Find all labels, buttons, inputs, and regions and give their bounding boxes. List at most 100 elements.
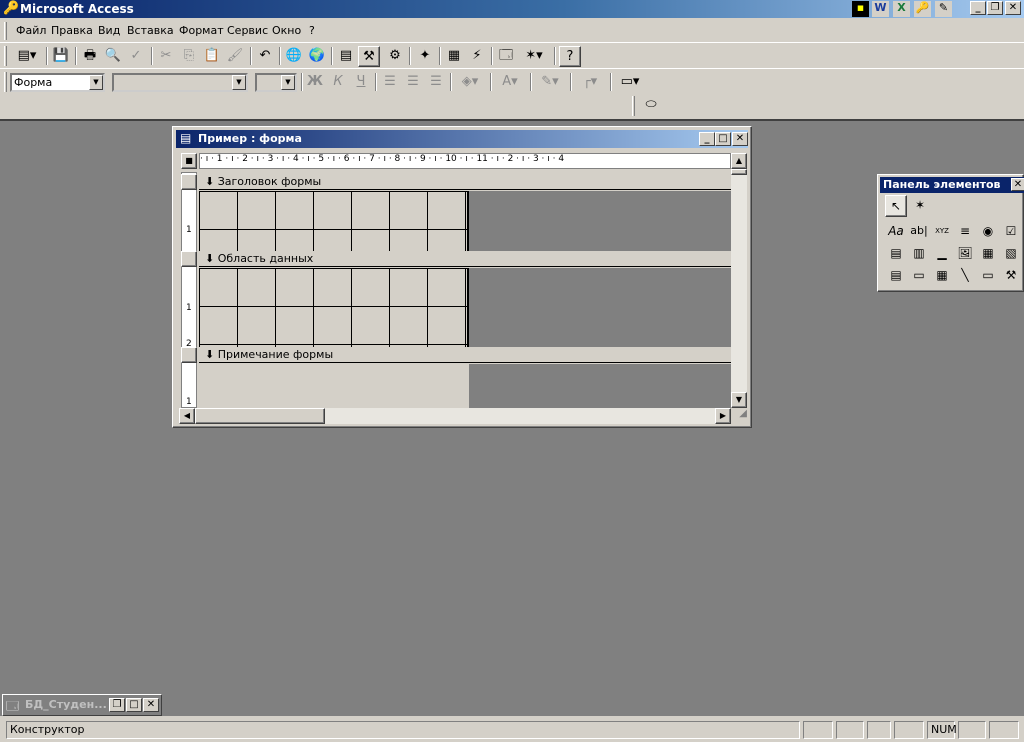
print-icon[interactable]: 🖶 [79, 46, 101, 67]
spelling-icon[interactable]: ✓ [125, 46, 147, 67]
field-list-icon[interactable]: ▤ [335, 46, 357, 67]
align-left-icon[interactable]: ☰ [379, 72, 401, 93]
toolbar-grip[interactable] [4, 46, 7, 66]
copy-icon[interactable]: ⎘ [178, 46, 200, 67]
build-icon[interactable]: ⚡ [466, 46, 488, 67]
access-icon[interactable]: 🔑 [914, 1, 931, 17]
scroll-down-button[interactable]: ▼ [731, 392, 747, 408]
print-preview-icon[interactable]: 🔍 [102, 46, 124, 67]
toolbar-grip[interactable] [4, 72, 7, 92]
bold-icon[interactable]: Ж [304, 72, 326, 93]
scroll-up-button[interactable]: ▲ [731, 153, 747, 169]
view-button[interactable]: ▤▾ [12, 46, 42, 67]
form-maximize-button[interactable]: □ [715, 132, 731, 146]
section-selector-header[interactable] [181, 174, 197, 190]
underline-icon[interactable]: Ч [350, 72, 372, 93]
text-box-tool-icon[interactable]: ab| [908, 221, 930, 243]
minimized-database-window[interactable]: 🗔 БД_Студен... ❐ □ ✕ [2, 694, 162, 716]
minwin-close-button[interactable]: ✕ [143, 698, 159, 712]
align-center-icon[interactable]: ☰ [402, 72, 424, 93]
font-select[interactable]: ▼ [112, 73, 248, 92]
horizontal-scrollbar[interactable]: ◀ ▶ [179, 408, 731, 424]
select-objects-icon[interactable]: ↖ [885, 195, 907, 217]
excel-icon[interactable]: X [893, 1, 910, 17]
detail-grid[interactable] [199, 268, 469, 347]
save-icon[interactable]: 💾 [50, 46, 72, 67]
menu-help[interactable]: ? [309, 24, 315, 37]
chevron-down-icon[interactable]: ▼ [281, 75, 295, 90]
format-painter-icon[interactable]: 🖌 [224, 46, 246, 67]
section-selector-footer[interactable] [181, 347, 197, 363]
form-footer-bar[interactable]: ⬇ Примечание формы [199, 348, 731, 363]
access-key-icon[interactable]: 🔑 [3, 1, 19, 16]
form-window-titlebar[interactable]: ▤ Пример : форма _ □ ✕ [176, 130, 748, 148]
chevron-down-icon[interactable]: ▼ [89, 75, 103, 90]
word-icon[interactable]: W [872, 1, 889, 17]
line-tool-icon[interactable]: ╲ [954, 265, 976, 287]
control-wizards-icon[interactable]: ✶ [909, 195, 931, 217]
command-button-tool-icon[interactable]: ▁ [931, 243, 953, 265]
italic-icon[interactable]: К [327, 72, 349, 93]
menu-window[interactable]: Окно [272, 24, 301, 37]
combo-box-tool-icon[interactable]: ▤ [885, 243, 907, 265]
minwin-maximize-button[interactable]: □ [126, 698, 142, 712]
app-title-bar[interactable]: 🔑 Microsoft Access ▪ W X 🔑 ✎ _ ❐ ✕ [0, 0, 1024, 18]
form-close-button[interactable]: ✕ [732, 132, 748, 146]
form-header-grid[interactable] [199, 191, 469, 251]
menu-format[interactable]: Формат [179, 24, 224, 37]
resize-grip-icon[interactable]: ◢ [731, 408, 747, 424]
object-select[interactable]: Форма ▼ [10, 73, 105, 92]
undo-icon[interactable]: ↶ [254, 46, 276, 67]
label-tool-icon[interactable]: Aa [885, 221, 907, 243]
menu-insert[interactable]: Вставка [127, 24, 174, 37]
database-window-icon[interactable]: 🗔 [495, 46, 517, 67]
page-break-tool-icon[interactable]: ▤ [885, 265, 907, 287]
option-button-tool-icon[interactable]: ◉ [977, 221, 999, 243]
new-object-icon[interactable]: ✶▾ [518, 46, 550, 67]
vertical-ruler[interactable]: 1 1 2 1 [181, 172, 197, 408]
more-controls-tool-icon[interactable]: ⚒ [1000, 265, 1022, 287]
paste-icon[interactable]: 📋 [201, 46, 223, 67]
scroll-right-button[interactable]: ▶ [715, 408, 731, 424]
detail-bar[interactable]: ⬇ Область данных [199, 252, 731, 267]
toolbox-close-button[interactable]: ✕ [1011, 178, 1024, 191]
form-selector[interactable]: ■ [181, 153, 197, 169]
bound-object-tool-icon[interactable]: ▧ [1000, 243, 1022, 265]
toolbox-panel[interactable]: Панель элементов ✕ ↖ ✶ Aa ab| XYZ ≡ ◉ ☑ … [877, 174, 1024, 292]
scroll-left-button[interactable]: ◀ [179, 408, 195, 424]
menu-view[interactable]: Вид [98, 24, 120, 37]
check-box-tool-icon[interactable]: ☑ [1000, 221, 1022, 243]
horizontal-scroll-thumb[interactable] [195, 408, 325, 424]
section-selector-detail[interactable] [181, 251, 197, 267]
menu-tools[interactable]: Сервис [227, 24, 268, 37]
unbound-object-tool-icon[interactable]: ▦ [977, 243, 999, 265]
web-toolbar-icon[interactable]: 🌍 [306, 46, 328, 67]
insert-hyperlink-icon[interactable]: 🌐 [283, 46, 305, 67]
restore-button[interactable]: ❐ [987, 1, 1003, 15]
chevron-down-icon[interactable]: ▼ [232, 75, 246, 90]
toolbox-toggle-icon[interactable]: ⚒ [358, 46, 380, 67]
vertical-scrollbar[interactable]: ▲ ▼ [731, 153, 747, 408]
menu-file[interactable]: Файл [16, 24, 46, 37]
font-color-icon[interactable]: A▾ [494, 72, 526, 93]
menu-grip[interactable] [4, 22, 7, 40]
minimize-button[interactable]: _ [970, 1, 986, 15]
list-box-tool-icon[interactable]: ▥ [908, 243, 930, 265]
minwin-restore-button[interactable]: ❐ [109, 698, 125, 712]
subform-tool-icon[interactable]: ▦ [931, 265, 953, 287]
toolbar-options-icon[interactable]: ⬭ [640, 95, 662, 116]
special-effect-icon[interactable]: ▭▾ [614, 72, 646, 93]
office-icon[interactable]: ▪ [852, 1, 869, 17]
code-icon[interactable]: ✦ [414, 46, 436, 67]
toolbox-titlebar[interactable]: Панель элементов ✕ [880, 177, 1024, 193]
autoformat-icon[interactable]: ⚙ [384, 46, 406, 67]
image-tool-icon[interactable]: 🖼 [954, 243, 976, 265]
option-group-tool-icon[interactable]: XYZ [931, 221, 953, 243]
vertical-scroll-thumb[interactable] [731, 169, 747, 175]
tab-control-tool-icon[interactable]: ▭ [908, 265, 930, 287]
border-width-icon[interactable]: ┌▾ [574, 72, 606, 93]
font-size-select[interactable]: ▼ [255, 73, 297, 92]
help-icon[interactable]: ? [559, 46, 581, 67]
toolbar-grip[interactable] [632, 96, 635, 116]
toggle-button-tool-icon[interactable]: ≡ [954, 221, 976, 243]
